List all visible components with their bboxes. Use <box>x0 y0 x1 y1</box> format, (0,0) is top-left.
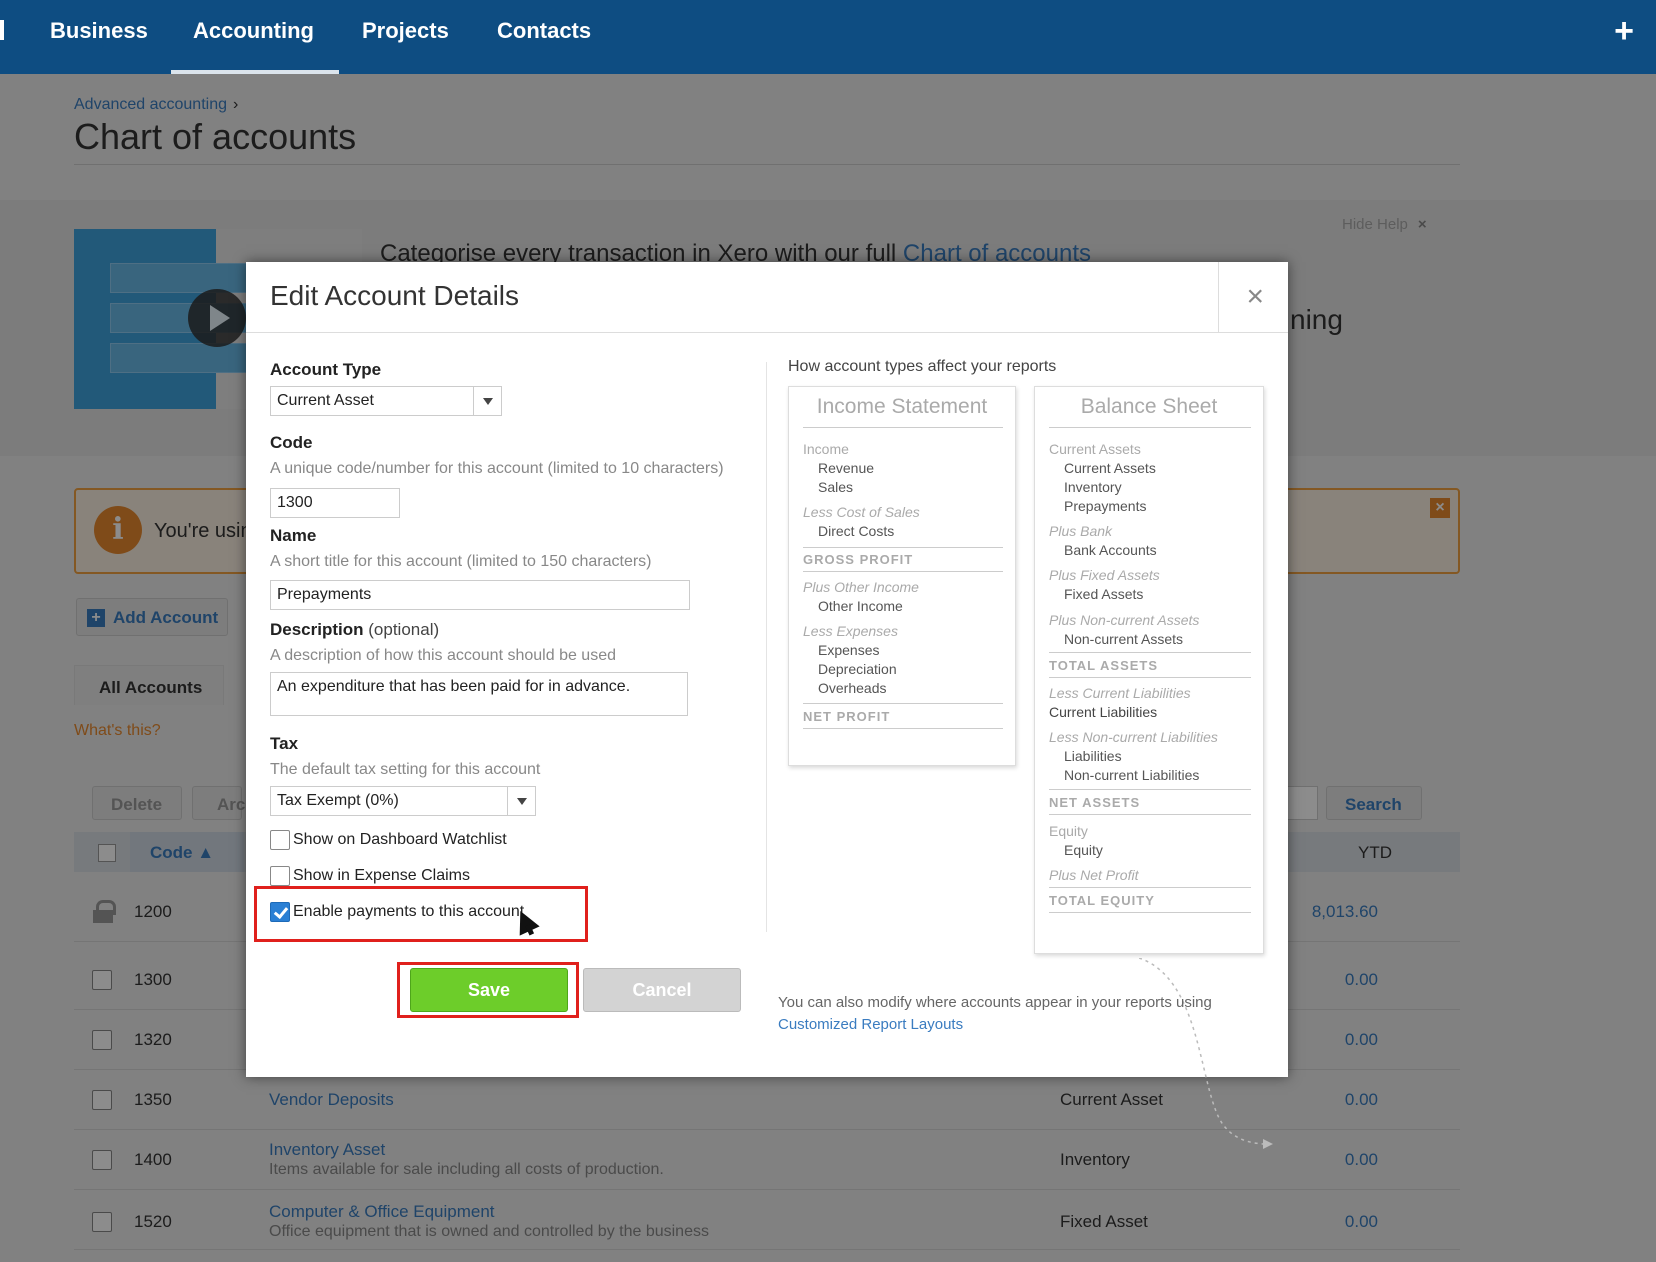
divider <box>1049 912 1251 913</box>
divider <box>803 571 1003 572</box>
watchlist-checkbox[interactable] <box>270 830 290 850</box>
account-type-value: Current Asset <box>277 392 374 409</box>
report-line: Depreciation <box>818 661 897 677</box>
divider <box>1049 789 1251 790</box>
name-input[interactable]: Prepayments <box>270 580 690 610</box>
income-statement-card: Income Statement Income Revenue Sales Le… <box>788 386 1016 766</box>
name-hint: A short title for this account (limited … <box>270 553 652 570</box>
optional-tag: (optional) <box>368 620 440 639</box>
code-input[interactable]: 1300 <box>270 488 400 518</box>
flow-path <box>1139 958 1268 1145</box>
divider <box>1049 427 1251 428</box>
report-line: Less Cost of Sales <box>803 504 920 520</box>
report-line: Plus Net Profit <box>1049 867 1139 883</box>
report-line: Prepayments <box>1064 498 1147 514</box>
report-line: Plus Non-current Assets <box>1049 612 1200 628</box>
balance-sheet-card: Balance Sheet Current Assets Current Ass… <box>1034 386 1264 954</box>
tax-hint: The default tax setting for this account <box>270 761 541 778</box>
nav-item-projects[interactable]: Projects <box>362 18 449 44</box>
report-line: Less Expenses <box>803 623 898 639</box>
report-line: Liabilities <box>1064 748 1122 764</box>
report-line: Inventory <box>1064 479 1122 495</box>
account-type-label: Account Type <box>270 360 382 379</box>
divider <box>1049 814 1251 815</box>
description-hint: A description of how this account should… <box>270 647 616 664</box>
chevron-down-icon <box>473 387 501 415</box>
code-hint: A unique code/number for this account (l… <box>270 460 724 477</box>
tax-value: Tax Exempt (0%) <box>277 792 399 809</box>
name-label: Name <box>270 526 317 545</box>
tax-label: Tax <box>270 734 299 753</box>
divider <box>803 547 1003 548</box>
description-textarea[interactable]: An expenditure that has been paid for in… <box>270 672 688 716</box>
report-line: Expenses <box>818 642 880 658</box>
arrowhead-icon <box>1263 1139 1273 1149</box>
report-line: Current Assets <box>1049 441 1141 457</box>
report-line: Less Non-current Liabilities <box>1049 729 1218 745</box>
divider <box>803 728 1003 729</box>
description-label-text: Description <box>270 620 364 639</box>
expense-claims-checkbox[interactable] <box>270 866 290 886</box>
customized-report-layouts-link[interactable]: Customized Report Layouts <box>778 1016 963 1033</box>
divider <box>1049 677 1251 678</box>
report-line: Equity <box>1049 823 1088 839</box>
report-line: NET PROFIT <box>803 709 891 724</box>
report-line: Fixed Assets <box>1064 586 1144 602</box>
report-line: Overheads <box>818 680 887 696</box>
nav-item-truncated[interactable] <box>0 20 4 40</box>
expense-claims-label[interactable]: Show in Expense Claims <box>293 867 470 885</box>
report-line: Plus Fixed Assets <box>1049 567 1160 583</box>
save-button[interactable]: Save <box>410 968 568 1012</box>
report-line: Income <box>803 441 849 457</box>
edit-account-modal: Edit Account Details × Account Type Curr… <box>246 262 1288 1149</box>
report-line: Other Income <box>818 598 903 614</box>
report-line: Less Current Liabilities <box>1049 685 1191 701</box>
nav-item-contacts[interactable]: Contacts <box>497 18 591 44</box>
chevron-down-icon <box>507 787 535 815</box>
divider <box>803 703 1003 704</box>
cancel-button[interactable]: Cancel <box>583 968 741 1012</box>
account-type-select[interactable]: Current Asset <box>270 386 502 416</box>
balance-sheet-title: Balance Sheet <box>1080 395 1218 418</box>
report-line: Bank Accounts <box>1064 542 1157 558</box>
footer-note-text: You can also modify where accounts appea… <box>778 994 1212 1011</box>
nav-item-business[interactable]: Business <box>50 18 148 44</box>
report-line: Direct Costs <box>818 523 895 539</box>
report-line: TOTAL ASSETS <box>1049 658 1159 673</box>
divider <box>1049 652 1251 653</box>
watchlist-label[interactable]: Show on Dashboard Watchlist <box>293 831 507 849</box>
income-statement-title: Income Statement <box>816 395 988 418</box>
report-line: Revenue <box>818 460 875 476</box>
divider <box>246 332 1288 333</box>
report-line: Sales <box>818 479 854 495</box>
description-label: Description (optional) <box>270 620 439 640</box>
code-label: Code <box>270 433 313 452</box>
report-line: GROSS PROFIT <box>803 552 914 567</box>
highlight-box <box>254 886 588 942</box>
divider <box>803 427 1003 428</box>
close-icon[interactable]: × <box>1246 280 1264 314</box>
report-line: Current Liabilities <box>1049 704 1158 720</box>
divider <box>1049 887 1251 888</box>
report-line: Current Assets <box>1064 460 1156 476</box>
modal-title: Edit Account Details <box>270 280 520 311</box>
modal-footer-note: You can also modify where accounts appea… <box>778 992 1248 1036</box>
column-divider <box>766 362 767 932</box>
add-icon[interactable]: + <box>1614 12 1634 51</box>
report-line: Plus Other Income <box>803 579 919 595</box>
report-line: Plus Bank <box>1049 523 1113 539</box>
top-nav: Business Accounting Projects Contacts + <box>0 0 1656 74</box>
report-line: NET ASSETS <box>1049 795 1141 810</box>
net-profit-flow-arrow <box>1139 958 1273 1149</box>
report-line: Non-current Liabilities <box>1064 767 1200 783</box>
report-line: TOTAL EQUITY <box>1049 893 1155 908</box>
diagram-title: How account types affect your reports <box>788 358 1057 375</box>
report-line: Equity <box>1064 842 1103 858</box>
report-line: Non-current Assets <box>1064 631 1184 647</box>
nav-item-accounting[interactable]: Accounting <box>193 18 314 44</box>
tax-select[interactable]: Tax Exempt (0%) <box>270 786 536 816</box>
